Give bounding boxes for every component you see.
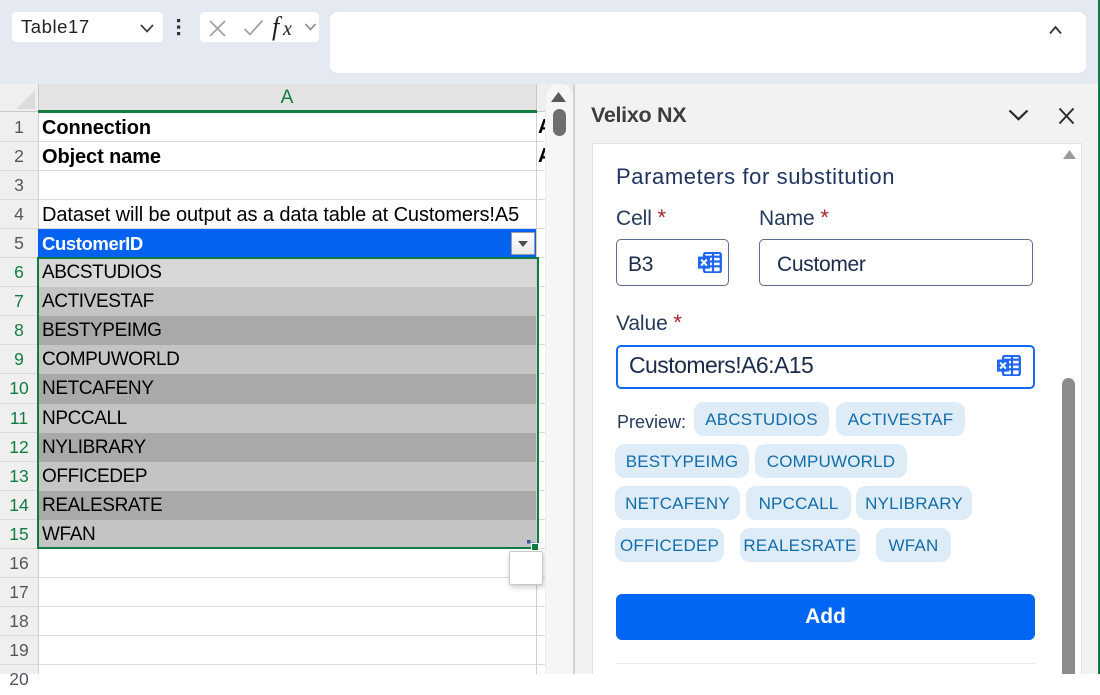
svg-text:x: x [282,18,292,40]
svg-text:f: f [272,14,283,41]
